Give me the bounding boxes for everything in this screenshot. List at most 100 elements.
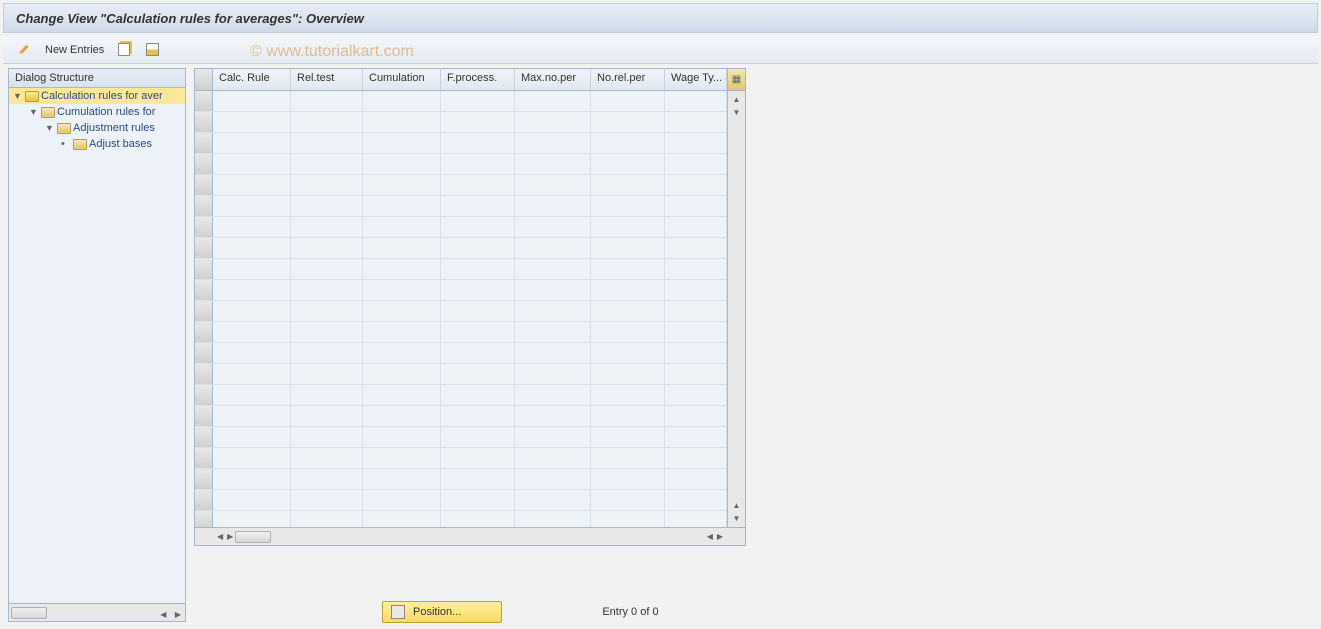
table-cell[interactable]	[291, 511, 363, 527]
table-cell[interactable]	[591, 154, 665, 174]
table-cell[interactable]	[515, 511, 591, 527]
row-selector[interactable]	[195, 385, 213, 405]
row-selector[interactable]	[195, 301, 213, 321]
scroll-left-icon[interactable]: ◀	[158, 610, 168, 619]
table-cell[interactable]	[291, 469, 363, 489]
table-cell[interactable]	[515, 301, 591, 321]
scroll-down-icon[interactable]: ▼	[733, 512, 741, 525]
table-cell[interactable]	[213, 469, 291, 489]
table-cell[interactable]	[591, 259, 665, 279]
table-cell[interactable]	[291, 490, 363, 510]
row-selector[interactable]	[195, 196, 213, 216]
table-cell[interactable]	[441, 385, 515, 405]
table-cell[interactable]	[291, 133, 363, 153]
table-cell[interactable]	[363, 448, 441, 468]
table-cell[interactable]	[665, 91, 727, 111]
table-cell[interactable]	[291, 343, 363, 363]
table-cell[interactable]	[665, 238, 727, 258]
table-cell[interactable]	[213, 490, 291, 510]
table-cell[interactable]	[591, 448, 665, 468]
table-cell[interactable]	[363, 511, 441, 527]
table-cell[interactable]	[665, 469, 727, 489]
table-settings-button[interactable]: ▦	[727, 69, 745, 90]
table-cell[interactable]	[213, 259, 291, 279]
tree-node[interactable]: ▼Cumulation rules for	[9, 104, 185, 120]
table-cell[interactable]	[441, 490, 515, 510]
table-cell[interactable]	[291, 238, 363, 258]
table-cell[interactable]	[291, 280, 363, 300]
table-cell[interactable]	[591, 406, 665, 426]
table-cell[interactable]	[515, 133, 591, 153]
table-cell[interactable]	[213, 511, 291, 527]
table-horizontal-scrollbar[interactable]: ◀ ▶ ◀ ▶	[195, 527, 745, 545]
table-cell[interactable]	[441, 364, 515, 384]
table-cell[interactable]	[291, 154, 363, 174]
table-cell[interactable]	[363, 427, 441, 447]
table-cell[interactable]	[213, 364, 291, 384]
table-cell[interactable]	[441, 448, 515, 468]
table-cell[interactable]	[515, 175, 591, 195]
table-cell[interactable]	[363, 385, 441, 405]
table-cell[interactable]	[363, 238, 441, 258]
select-all-button[interactable]	[195, 69, 213, 90]
table-cell[interactable]	[213, 280, 291, 300]
scrollbar-thumb[interactable]	[235, 531, 271, 543]
table-cell[interactable]	[665, 490, 727, 510]
table-cell[interactable]	[291, 427, 363, 447]
table-cell[interactable]	[213, 196, 291, 216]
table-cell[interactable]	[291, 112, 363, 132]
table-cell[interactable]	[441, 154, 515, 174]
table-cell[interactable]	[291, 322, 363, 342]
table-cell[interactable]	[591, 490, 665, 510]
table-cell[interactable]	[665, 448, 727, 468]
table-cell[interactable]	[515, 343, 591, 363]
row-selector[interactable]	[195, 364, 213, 384]
table-cell[interactable]	[441, 343, 515, 363]
table-cell[interactable]	[213, 406, 291, 426]
table-vertical-scrollbar[interactable]: ▲ ▼ ▲ ▼	[727, 91, 745, 527]
table-cell[interactable]	[291, 259, 363, 279]
table-cell[interactable]	[665, 385, 727, 405]
table-cell[interactable]	[591, 280, 665, 300]
row-selector[interactable]	[195, 343, 213, 363]
table-cell[interactable]	[213, 112, 291, 132]
table-cell[interactable]	[591, 112, 665, 132]
table-cell[interactable]	[591, 301, 665, 321]
column-header[interactable]: No.rel.per	[591, 69, 665, 90]
table-cell[interactable]	[515, 469, 591, 489]
scroll-up-icon[interactable]: ▲	[733, 93, 741, 106]
scrollbar-thumb[interactable]	[11, 607, 47, 619]
row-selector[interactable]	[195, 259, 213, 279]
row-selector[interactable]	[195, 133, 213, 153]
tree-node[interactable]: •Adjust bases	[9, 136, 185, 152]
table-cell[interactable]	[213, 322, 291, 342]
table-cell[interactable]	[213, 448, 291, 468]
table-cell[interactable]	[591, 364, 665, 384]
table-cell[interactable]	[515, 448, 591, 468]
table-cell[interactable]	[515, 406, 591, 426]
tree-horizontal-scrollbar[interactable]: ◀ ▶	[8, 604, 186, 622]
table-cell[interactable]	[441, 175, 515, 195]
table-cell[interactable]	[291, 364, 363, 384]
table-cell[interactable]	[515, 91, 591, 111]
table-cell[interactable]	[363, 364, 441, 384]
delimit-button[interactable]	[142, 41, 164, 59]
table-cell[interactable]	[441, 511, 515, 527]
table-cell[interactable]	[363, 343, 441, 363]
table-cell[interactable]	[441, 259, 515, 279]
table-cell[interactable]	[291, 448, 363, 468]
table-cell[interactable]	[363, 406, 441, 426]
table-cell[interactable]	[291, 406, 363, 426]
table-cell[interactable]	[591, 385, 665, 405]
table-cell[interactable]	[363, 154, 441, 174]
table-cell[interactable]	[665, 259, 727, 279]
column-header[interactable]: Calc. Rule	[213, 69, 291, 90]
scroll-down-icon[interactable]: ▼	[733, 106, 741, 119]
new-entries-button[interactable]: New Entries	[41, 42, 108, 58]
table-cell[interactable]	[363, 280, 441, 300]
table-cell[interactable]	[591, 343, 665, 363]
table-cell[interactable]	[665, 196, 727, 216]
table-cell[interactable]	[213, 427, 291, 447]
table-cell[interactable]	[665, 154, 727, 174]
table-cell[interactable]	[591, 511, 665, 527]
